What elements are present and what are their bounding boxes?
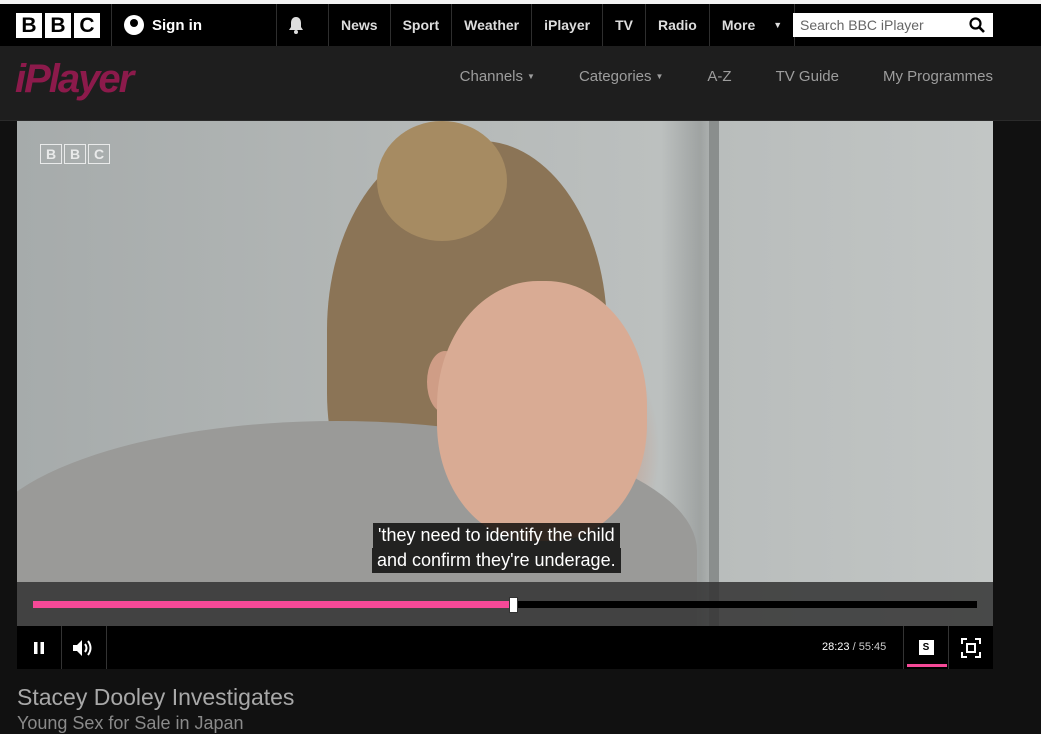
subtitles-toggle-button[interactable]: S — [904, 626, 948, 669]
nav-divider — [111, 4, 112, 46]
episode-title: Young Sex for Sale in Japan — [17, 713, 244, 733]
account-icon — [124, 15, 144, 35]
bbc-logo-letter: C — [74, 13, 100, 38]
notifications-bell-icon[interactable] — [288, 16, 304, 39]
nav-link-tv[interactable]: TV — [602, 4, 645, 46]
progress-handle[interactable] — [509, 597, 519, 613]
video-subject-ponytail — [377, 121, 507, 241]
iplayer-logo[interactable]: iPlayer — [15, 57, 134, 102]
subtitle-line: and confirm they're underage. — [372, 548, 621, 573]
player-controls: 28:23 / 55:45 S — [17, 626, 993, 669]
bbc-logo-letter: B — [16, 13, 42, 38]
watermark-letter: C — [88, 144, 110, 164]
global-nav-links: News Sport Weather iPlayer TV Radio More… — [328, 4, 796, 46]
sign-in-label: Sign in — [152, 16, 202, 34]
nav-link-news[interactable]: News — [328, 4, 390, 46]
volume-button[interactable] — [62, 626, 106, 669]
media-player: B B C 'they need to identify the child a… — [17, 121, 993, 669]
fullscreen-icon — [961, 637, 981, 658]
nav-link-iplayer[interactable]: iPlayer — [531, 4, 602, 46]
bbc-logo[interactable]: B B C — [16, 13, 100, 38]
time-display: 28:23 / 55:45 — [822, 641, 886, 653]
nav-categories[interactable]: Categories ▼ — [579, 68, 663, 85]
iplayer-nav-links: Channels ▼ Categories ▼ A-Z TV Guide My … — [460, 68, 993, 85]
volume-icon — [73, 639, 92, 656]
nav-channels[interactable]: Channels ▼ — [460, 68, 535, 85]
nav-link-radio[interactable]: Radio — [644, 4, 709, 46]
bbc-logo-letter: B — [45, 13, 71, 38]
chevron-down-icon: ▼ — [527, 72, 535, 81]
sign-in-link[interactable]: Sign in — [124, 15, 202, 35]
pause-button[interactable] — [17, 626, 61, 669]
nav-my-programmes[interactable]: My Programmes — [883, 68, 993, 85]
chevron-down-icon: ▼ — [773, 20, 783, 30]
bbc-global-nav: B B C Sign in News Sport Weather iPlayer… — [0, 4, 1041, 46]
video-background-pillar — [709, 121, 719, 626]
subtitle-line: 'they need to identify the child — [373, 523, 620, 548]
programme-title: Stacey Dooley Investigates — [17, 684, 295, 710]
fullscreen-button[interactable] — [949, 626, 993, 669]
watermark-letter: B — [64, 144, 86, 164]
chevron-down-icon: ▼ — [655, 72, 664, 81]
control-divider — [106, 626, 107, 669]
bbc-watermark: B B C — [40, 144, 110, 164]
search-icon[interactable] — [969, 17, 985, 38]
progress-played — [33, 601, 514, 608]
progress-track[interactable] — [33, 597, 977, 613]
search-box — [793, 13, 993, 37]
nav-link-weather[interactable]: Weather — [451, 4, 531, 46]
nav-divider — [276, 4, 277, 46]
subtitle-captions: 'they need to identify the child and con… — [372, 523, 621, 573]
iplayer-nav: iPlayer Channels ▼ Categories ▼ A-Z TV G… — [0, 46, 1041, 121]
pause-icon — [34, 641, 44, 654]
more-menu-button[interactable]: More ▼ — [708, 4, 796, 46]
nav-a-z[interactable]: A-Z — [707, 68, 731, 85]
subtitles-icon: S — [918, 640, 934, 655]
nav-channels-label: Channels — [459, 68, 524, 85]
more-label: More — [721, 17, 756, 33]
nav-categories-label: Categories — [578, 68, 652, 85]
video-frame[interactable]: B B C 'they need to identify the child a… — [17, 121, 993, 669]
nav-link-sport[interactable]: Sport — [389, 4, 452, 46]
watermark-letter: B — [40, 144, 62, 164]
nav-tv-guide[interactable]: TV Guide — [776, 68, 839, 85]
current-time: 28:23 — [822, 641, 850, 653]
scrub-bar-overlay — [17, 582, 993, 626]
search-input[interactable] — [800, 17, 960, 33]
subtitles-active-indicator — [907, 664, 947, 667]
duration: / 55:45 — [852, 641, 887, 653]
video-subject-face — [437, 281, 647, 541]
